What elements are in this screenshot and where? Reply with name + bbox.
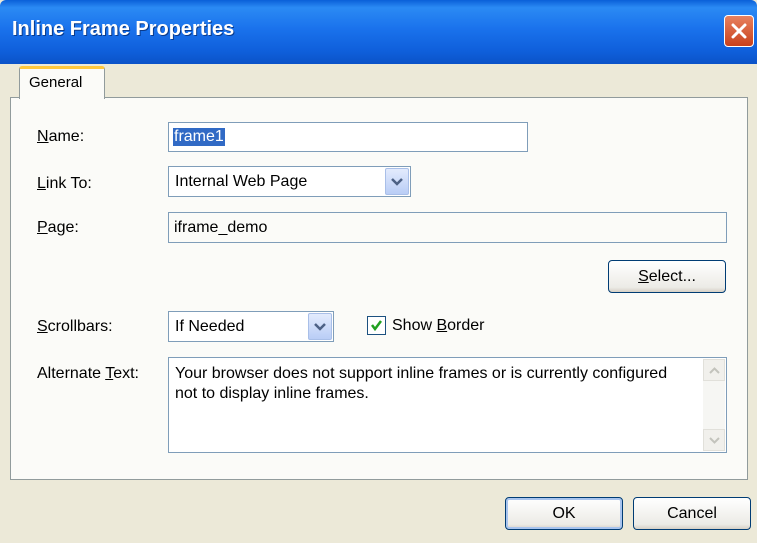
ok-button[interactable]: OK [505,497,623,530]
alternate-text-label: Alternate Text: [37,365,139,382]
chevron-up-icon [709,367,720,374]
checkmark-icon [371,320,382,332]
name-label: Name: [37,128,85,145]
page-input[interactable]: iframe_demo [168,212,727,243]
close-icon [731,23,747,39]
scrollbars-dropdown-button[interactable] [308,313,332,340]
chevron-down-icon [314,323,326,331]
alternate-text-value: Your browser does not support inline fra… [175,365,668,402]
chevron-down-icon [709,437,720,444]
name-input[interactable]: frame1 [168,122,528,152]
scroll-down-button[interactable] [703,429,725,451]
tab-general-label: General [29,74,83,91]
show-border-checkbox[interactable] [367,316,386,335]
alternate-text-textarea[interactable]: Your browser does not support inline fra… [168,357,727,453]
chevron-down-icon [391,178,403,186]
link-to-select[interactable]: Internal Web Page [168,166,411,197]
close-button[interactable] [724,15,754,47]
scrollbars-label: Scrollbars: [37,318,113,335]
scrollbars-select[interactable]: If Needed [168,311,334,342]
link-to-label: Link To: [37,175,92,192]
link-to-value: Internal Web Page [175,173,308,190]
title-bar[interactable]: Inline Frame Properties [0,0,757,64]
show-border-label[interactable]: Show Border [392,317,485,335]
page-input-value: iframe_demo [174,219,268,236]
vertical-scrollbar[interactable] [703,359,725,451]
scroll-up-button[interactable] [703,359,725,381]
page-label: Page: [37,219,79,236]
scrollbars-value: If Needed [175,318,245,335]
link-to-dropdown-button[interactable] [385,168,409,195]
window-title: Inline Frame Properties [12,18,235,40]
tab-general[interactable]: General [19,66,105,99]
cancel-button[interactable]: Cancel [633,497,751,530]
select-button[interactable]: Select... [608,260,726,293]
name-input-value: frame1 [173,128,225,146]
